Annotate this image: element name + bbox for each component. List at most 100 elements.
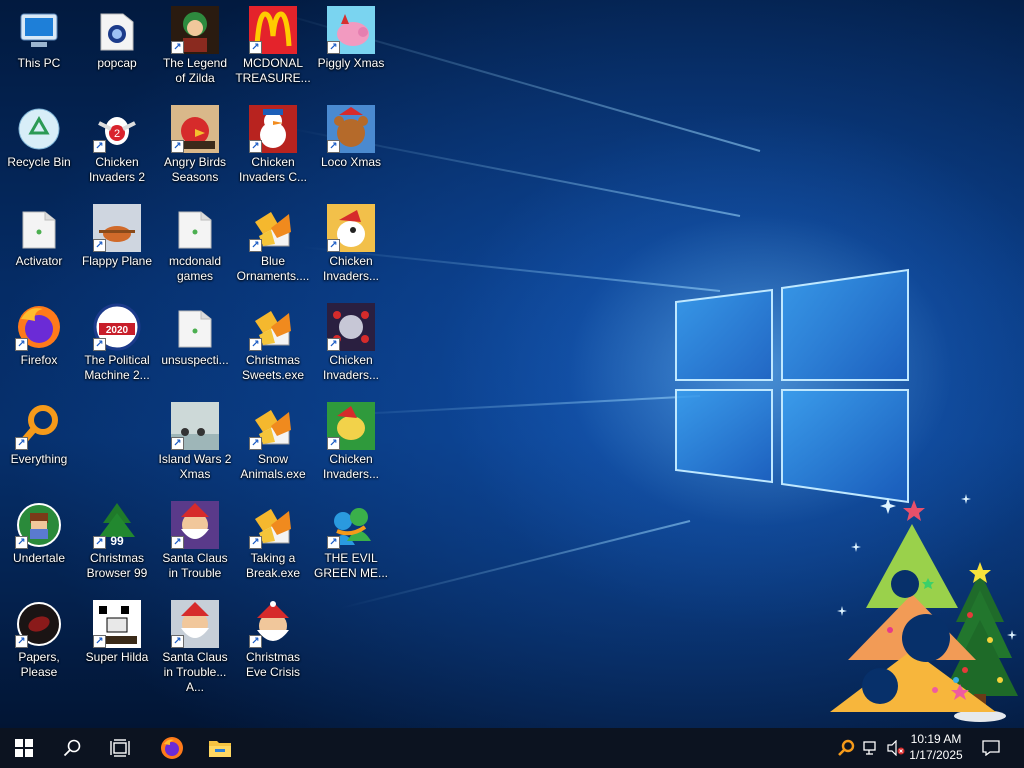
desktop-icon[interactable]: ↗ Piggly Xmas xyxy=(312,2,390,94)
desktop-icon[interactable]: ↗ Chicken Invaders... xyxy=(312,398,390,490)
desktop-icon[interactable]: ↗ Santa Claus in Trouble... A... xyxy=(156,596,234,694)
desktop-icon-label: popcap xyxy=(97,56,137,70)
everything-icon: ↗ xyxy=(15,402,63,450)
desktop-icon[interactable]: ↗ Chicken Invaders... xyxy=(312,200,390,292)
folder-pop-icon xyxy=(93,6,141,54)
shortcut-arrow-icon: ↗ xyxy=(93,536,106,549)
desktop-icon-label: Recycle Bin xyxy=(7,155,71,169)
desktop-icon[interactable]: ↗ Christmas Eve Crisis xyxy=(234,596,312,688)
hilda-icon: ↗ xyxy=(93,600,141,648)
mcd-icon: ↗ xyxy=(249,6,297,54)
setup-icon: ↗ xyxy=(249,303,297,351)
msn-icon: ↗ xyxy=(327,501,375,549)
desktop-icon[interactable]: ↗ Snow Animals.exe xyxy=(234,398,312,490)
shortcut-arrow-icon: ↗ xyxy=(171,437,184,450)
desktop-icon[interactable]: ↗ THE EVIL GREEN ME... xyxy=(312,497,390,589)
desktop-icon[interactable]: ↗ Island Wars 2 Xmas xyxy=(156,398,234,490)
desktop-icon-label: Santa Claus in Trouble... A... xyxy=(162,650,228,694)
desktop-icon[interactable]: ↗ Super Hilda xyxy=(78,596,156,688)
desktop-icon-label: Papers, Please xyxy=(18,650,60,679)
desktop-icon[interactable]: ↗ Papers, Please xyxy=(0,596,78,688)
political-icon: 2020 ↗ xyxy=(93,303,141,351)
desktop-icon[interactable]: mcdonald games xyxy=(156,200,234,292)
shortcut-arrow-icon: ↗ xyxy=(327,437,340,450)
santa2-icon: ↗ xyxy=(171,600,219,648)
desktop-icon[interactable]: Activator xyxy=(0,200,78,292)
desktop-icon[interactable]: ↗ Santa Claus in Trouble xyxy=(156,497,234,589)
desktop-icon[interactable]: ↗ The Legend of Zilda xyxy=(156,2,234,94)
search-icon xyxy=(63,739,81,757)
tray-everything-button[interactable] xyxy=(832,728,860,768)
pig-icon: ↗ xyxy=(327,6,375,54)
folder-icon xyxy=(171,204,219,252)
desktop-icon[interactable]: ↗ Everything xyxy=(0,398,78,490)
desktop-icon[interactable]: Recycle Bin xyxy=(0,101,78,193)
snowman-icon: ↗ xyxy=(249,105,297,153)
desktop-icon[interactable]: 99 ↗ Christmas Browser 99 xyxy=(78,497,156,589)
papers-icon: ↗ xyxy=(15,600,63,648)
chicken-green-icon: ↗ xyxy=(327,402,375,450)
taskbar-file-explorer-button[interactable] xyxy=(196,728,244,768)
desktop-icon-label: Christmas Sweets.exe xyxy=(241,353,305,382)
shortcut-arrow-icon: ↗ xyxy=(327,41,340,54)
desktop-icon-label: Loco Xmas xyxy=(320,155,382,169)
desktop-icon-label: Everything xyxy=(10,452,68,466)
clock[interactable]: 10:19 AM 1/17/2025 xyxy=(906,731,966,763)
tray-network-button[interactable] xyxy=(860,728,884,768)
shortcut-arrow-icon: ↗ xyxy=(93,635,106,648)
folder-icon xyxy=(15,204,63,252)
santa3-icon: ↗ xyxy=(249,600,297,648)
desktop-icon-label: Christmas Eve Crisis xyxy=(245,650,300,679)
svg-text:2: 2 xyxy=(114,128,120,140)
shortcut-arrow-icon: ↗ xyxy=(15,536,28,549)
desktop-icon-label: mcdonald games xyxy=(168,254,222,283)
desktop-icon[interactable]: ↗ Blue Ornaments.... xyxy=(234,200,312,292)
desktop[interactable]: This PC popcap ↗ The Legend of Zilda ↗ MCDONA… xyxy=(0,0,1024,728)
desktop-icon[interactable]: unsuspecti... xyxy=(156,299,234,391)
desktop-icon[interactable]: ↗ MCDONAL TREASURE... xyxy=(234,2,312,94)
flappy-icon: ↗ xyxy=(93,204,141,252)
taskbar-firefox-button[interactable] xyxy=(148,728,196,768)
desktop-icon-label: Chicken Invaders C... xyxy=(238,155,308,184)
desktop-icon-label: Blue Ornaments.... xyxy=(236,254,310,283)
shortcut-arrow-icon: ↗ xyxy=(171,41,184,54)
desktop-icon[interactable]: 2 ↗ Chicken Invaders 2 xyxy=(78,101,156,193)
start-button[interactable] xyxy=(0,728,48,768)
desktop-icon[interactable]: 2020 ↗ The Political Machine 2... xyxy=(78,299,156,391)
desktop-icon[interactable]: ↗ Undertale xyxy=(0,497,78,589)
desktop-icon[interactable]: ↗ Flappy Plane xyxy=(78,200,156,292)
tray-volume-button[interactable] xyxy=(884,728,908,768)
desktop-icon-label: Flappy Plane xyxy=(81,254,153,268)
shortcut-arrow-icon: ↗ xyxy=(171,536,184,549)
action-center-icon xyxy=(982,740,1000,756)
desktop-icon-label: Super Hilda xyxy=(85,650,149,664)
task-view-button[interactable] xyxy=(96,728,144,768)
search-button[interactable] xyxy=(48,728,96,768)
shortcut-arrow-icon: ↗ xyxy=(171,140,184,153)
shortcut-arrow-icon: ↗ xyxy=(327,140,340,153)
desktop-icon[interactable]: ↗ Taking a Break.exe xyxy=(234,497,312,589)
shortcut-arrow-icon: ↗ xyxy=(249,140,262,153)
undertale-icon: ↗ xyxy=(15,501,63,549)
desktop-icon-label: Piggly Xmas xyxy=(317,56,385,70)
desktop-icon-label: Angry Birds Seasons xyxy=(163,155,227,184)
desktop-icon[interactable]: This PC xyxy=(0,2,78,94)
action-center-button[interactable] xyxy=(968,728,1014,768)
desktop-icon-label: Chicken Invaders 2 xyxy=(88,155,146,184)
shortcut-arrow-icon: ↗ xyxy=(93,338,106,351)
shortcut-arrow-icon: ↗ xyxy=(93,140,106,153)
shortcut-arrow-icon: ↗ xyxy=(249,338,262,351)
chicken-santa-icon: ↗ xyxy=(327,204,375,252)
desktop-icon[interactable]: ↗ Chicken Invaders... xyxy=(312,299,390,391)
desktop-icon-label: The Political Machine 2... xyxy=(84,353,150,382)
desktop-icon-label: Chicken Invaders... xyxy=(322,254,380,283)
desktop-icon[interactable]: popcap xyxy=(78,2,156,94)
desktop-icon[interactable]: ↗ Firefox xyxy=(0,299,78,391)
desktop-icon[interactable]: ↗ Angry Birds Seasons xyxy=(156,101,234,193)
firefox-icon: ↗ xyxy=(15,303,63,351)
desktop-icon[interactable]: ↗ Loco Xmas xyxy=(312,101,390,193)
clock-time: 10:19 AM xyxy=(910,732,962,746)
windows-start-icon xyxy=(15,739,33,757)
desktop-icon[interactable]: ↗ Christmas Sweets.exe xyxy=(234,299,312,391)
desktop-icon[interactable]: ↗ Chicken Invaders C... xyxy=(234,101,312,193)
